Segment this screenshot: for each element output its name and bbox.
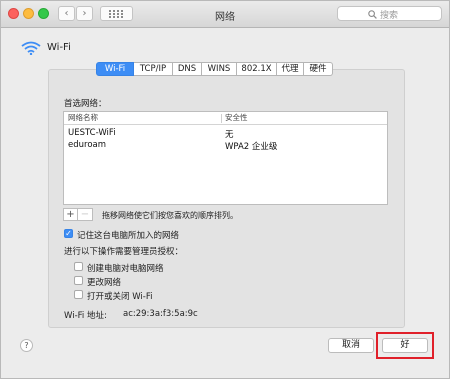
tab-wins[interactable]: WINS xyxy=(202,62,237,76)
tab-8021x[interactable]: 802.1X xyxy=(237,62,277,76)
network-security-cell[interactable]: WPA2 企业级 xyxy=(225,140,277,152)
add-network-button[interactable]: + xyxy=(63,208,78,221)
add-remove-controls: + − xyxy=(63,208,93,221)
create-computer-network-label: 创建电脑对电脑网络 xyxy=(87,264,164,274)
network-window: ‹ › 网络 搜索 Wi-Fi Wi-Fi TCP/IP DNS WINS 80… xyxy=(0,0,450,379)
preferred-networks-label: 首选网络： xyxy=(64,99,107,109)
search-placeholder: 搜索 xyxy=(380,11,399,21)
network-name-cell[interactable]: UESTC-WiFi xyxy=(68,128,116,138)
help-button[interactable]: ? xyxy=(20,339,33,352)
remember-networks-checkbox[interactable]: ✓ xyxy=(64,229,73,238)
remember-networks-label: 记住这台电脑所加入的网络 xyxy=(77,231,180,241)
admin-auth-label: 进行以下操作需要管理员授权： xyxy=(64,247,184,257)
cancel-button[interactable]: 取消 xyxy=(328,338,374,353)
tab-bar: Wi-Fi TCP/IP DNS WINS 802.1X 代理 硬件 xyxy=(96,62,333,76)
toggle-wifi-label: 打开或关闭 Wi-Fi xyxy=(87,292,153,302)
column-divider xyxy=(221,114,222,123)
column-header-name[interactable]: 网络名称 xyxy=(68,112,98,124)
highlight-box xyxy=(376,332,434,359)
toggle-wifi-checkbox[interactable] xyxy=(74,290,83,299)
remove-network-button[interactable]: − xyxy=(78,208,93,221)
network-name-cell[interactable]: eduroam xyxy=(68,140,106,150)
network-security-cell[interactable]: 无 xyxy=(225,128,234,140)
tab-dns[interactable]: DNS xyxy=(173,62,202,76)
header-divider xyxy=(64,124,387,125)
search-input[interactable]: 搜索 xyxy=(337,6,442,21)
tab-proxy[interactable]: 代理 xyxy=(277,62,304,76)
change-network-label: 更改网络 xyxy=(87,278,122,288)
tab-wifi[interactable]: Wi-Fi xyxy=(96,62,134,76)
tab-tcpip[interactable]: TCP/IP xyxy=(134,62,173,76)
wifi-address-label: Wi-Fi 地址: xyxy=(64,311,107,321)
wifi-icon xyxy=(21,41,41,55)
column-header-security[interactable]: 安全性 xyxy=(225,112,248,124)
checkmark-icon: ✓ xyxy=(65,229,72,238)
wifi-address-value: ac:29:3a:f3:5a:9c xyxy=(123,309,198,319)
preferred-networks-table[interactable]: 网络名称 安全性 UESTC-WiFi 无 eduroam WPA2 企业级 xyxy=(63,111,388,205)
tab-hardware[interactable]: 硬件 xyxy=(304,62,333,76)
title-bar: ‹ › 网络 搜索 xyxy=(1,1,449,28)
search-icon xyxy=(368,10,377,19)
change-network-checkbox[interactable] xyxy=(74,276,83,285)
interface-name: Wi-Fi xyxy=(47,42,71,53)
create-computer-network-checkbox[interactable] xyxy=(74,262,83,271)
reorder-hint: 拖移网络使它们按您喜欢的顺序排列。 xyxy=(102,211,238,220)
